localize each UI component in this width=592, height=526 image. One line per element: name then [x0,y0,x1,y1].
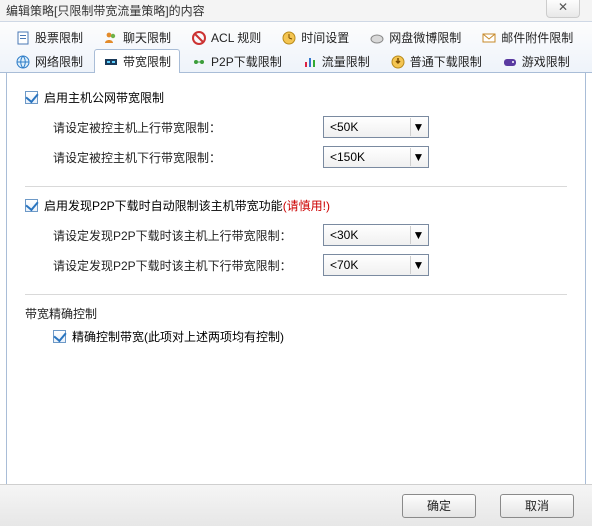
group-p2p-auto-limit: 启用发现P2P下载时自动限制该主机带宽功能(请慎用!) 请设定发现P2P下载时该… [25,197,567,295]
game-icon [502,54,518,70]
tab-time-settings[interactable]: 时间设置 [272,25,358,49]
tab-label: 带宽限制 [123,53,171,70]
select-value: <50K [330,120,358,134]
label-host-down: 请设定被控主机下行带宽限制： [53,149,313,166]
checkbox-enable-host-bw[interactable] [25,91,38,104]
tab-label: 邮件附件限制 [501,29,573,46]
tab-mail-attach-limit[interactable]: 邮件附件限制 [472,25,582,49]
group-host-bandwidth: 启用主机公网带宽限制 请设定被控主机上行带宽限制： <50K ▼ 请设定被控主机… [25,89,567,187]
tab-network-limit[interactable]: 网络限制 [6,49,92,73]
tab-label: 普通下载限制 [410,53,482,70]
tab-netdisk-weibo-limit[interactable]: 网盘微博限制 [360,25,470,49]
tab-label: 聊天限制 [123,29,171,46]
window-title: 编辑策略[只限制带宽流量策略]的内容 [6,4,205,18]
cancel-button[interactable]: 取消 [500,494,574,518]
download-icon [390,54,406,70]
tab-label: 流量限制 [322,53,370,70]
checkbox-precise-control[interactable] [53,330,66,343]
tab-label: 股票限制 [35,29,83,46]
select-p2p-down[interactable]: <70K ▼ [323,254,429,276]
tab-chat-limit[interactable]: 聊天限制 [94,25,180,49]
clock-icon [281,30,297,46]
mail-icon [481,30,497,46]
globe-icon [15,54,31,70]
label-host-up: 请设定被控主机上行带宽限制： [53,119,313,136]
chevron-down-icon: ▼ [410,118,426,136]
select-p2p-up[interactable]: <30K ▼ [323,224,429,246]
checkbox-label-text: 启用发现P2P下载时自动限制该主机带宽功能 [44,199,283,213]
tab-label: 游戏限制 [522,53,570,70]
tab-traffic-limit[interactable]: 流量限制 [293,49,379,73]
tab-bandwidth-limit[interactable]: 带宽限制 [94,49,180,73]
select-host-down[interactable]: <150K ▼ [323,146,429,168]
select-host-up[interactable]: <50K ▼ [323,116,429,138]
block-icon [191,30,207,46]
checkbox-enable-p2p-auto[interactable] [25,199,38,212]
p2p-icon [191,54,207,70]
select-value: <150K [330,150,365,164]
dialog-footer: 确定 取消 [0,484,592,526]
bars-icon [302,54,318,70]
chevron-down-icon: ▼ [410,256,426,274]
people-icon [103,30,119,46]
select-value: <70K [330,258,358,272]
checkbox-label: 启用发现P2P下载时自动限制该主机带宽功能(请慎用!) [44,197,330,214]
tab-p2p-download-limit[interactable]: P2P下载限制 [182,49,291,73]
cloud-icon [369,30,385,46]
tab-label: P2P下载限制 [211,53,282,70]
tab-label: ACL 规则 [211,29,261,46]
chevron-down-icon: ▼ [410,226,426,244]
tab-label: 网络限制 [35,53,83,70]
checkbox-label: 精确控制带宽(此项对上述两项均有控制) [72,328,284,345]
tab-label: 时间设置 [301,29,349,46]
tab-label: 网盘微博限制 [389,29,461,46]
tab-normal-download-limit[interactable]: 普通下载限制 [381,49,491,73]
bandwidth-icon [103,54,119,70]
label-p2p-down: 请设定发现P2P下载时该主机下行带宽限制： [53,257,313,274]
warn-text: (请慎用!) [283,199,330,213]
label-p2p-up: 请设定发现P2P下载时该主机上行带宽限制： [53,227,313,244]
tab-strip: 股票限制 聊天限制 ACL 规则 时间设置 网盘微博限制 邮件附件限制 网络限制 [0,21,592,73]
checkbox-label: 启用主机公网带宽限制 [44,89,164,106]
tab-stock-limit[interactable]: 股票限制 [6,25,92,49]
group-precise-control: 带宽精确控制 精确控制带宽(此项对上述两项均有控制) [25,305,567,365]
close-button[interactable]: ✕ [546,0,580,18]
select-value: <30K [330,228,358,242]
document-icon [15,30,31,46]
tab-acl-rules[interactable]: ACL 规则 [182,25,270,49]
tab-game-limit[interactable]: 游戏限制 [493,49,579,73]
tab-panel-bandwidth: 启用主机公网带宽限制 请设定被控主机上行带宽限制： <50K ▼ 请设定被控主机… [6,73,586,493]
chevron-down-icon: ▼ [410,148,426,166]
ok-button[interactable]: 确定 [402,494,476,518]
group-title: 带宽精确控制 [25,305,567,322]
